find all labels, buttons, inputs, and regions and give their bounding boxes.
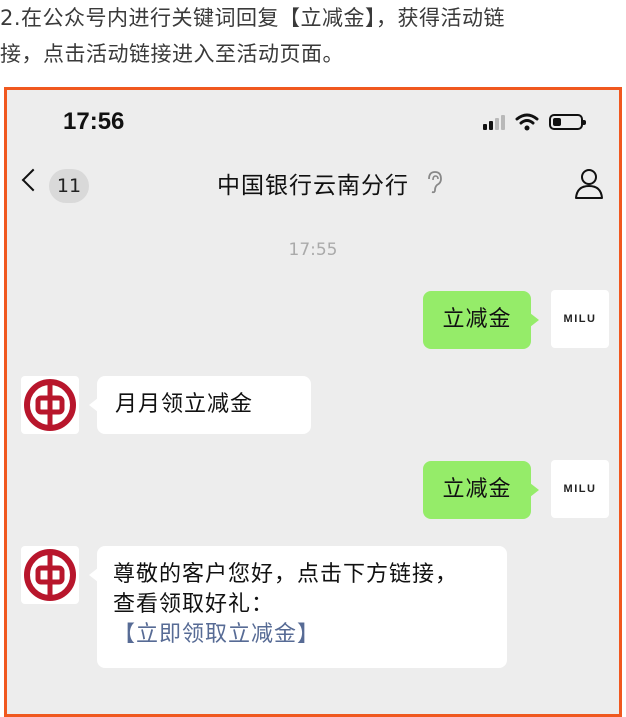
message-bubble-sent[interactable]: 立减金 (423, 461, 539, 519)
status-time: 17:56 (63, 108, 125, 135)
user-avatar[interactable]: MILU (551, 290, 609, 348)
bank-avatar[interactable] (21, 546, 79, 604)
message-bubble-received[interactable]: 尊敬的客户您好，点击下方链接， 查看领取好礼： 【立即领取立减金】 (89, 546, 507, 668)
user-avatar-label: MILU (563, 313, 597, 325)
message-bubble-received[interactable]: 月月领立减金 (89, 376, 311, 434)
bank-of-china-logo-icon (24, 549, 76, 601)
phone-screenshot: 17:56 11 中国银行云南分行 17:55 MILU 立减金 月月领立减金 (4, 87, 622, 717)
message-bubble-sent[interactable]: 立减金 (423, 291, 539, 349)
message-line: 查看领取好礼： (113, 592, 275, 617)
instruction-text: 2.在公众号内进行关键词回复【立减金】，获得活动链 接，点击活动链接进入至活动页… (0, 0, 626, 72)
bank-of-china-logo-icon (24, 379, 76, 431)
message-line: 尊敬的客户您好，点击下方链接， (113, 562, 459, 587)
chat-title: 中国银行云南分行 (217, 173, 409, 199)
ear-icon (428, 171, 442, 194)
user-avatar-label: MILU (563, 483, 597, 495)
claim-link[interactable]: 【立即领取立减金】 (113, 620, 491, 650)
profile-icon[interactable] (573, 166, 605, 200)
instruction-line-1: 2.在公众号内进行关键词回复【立减金】，获得活动链 (0, 6, 506, 30)
wifi-icon (515, 113, 539, 131)
cellular-signal-icon (483, 114, 505, 130)
user-avatar[interactable]: MILU (551, 460, 609, 518)
instruction-line-2: 接，点击活动链接进入至活动页面。 (0, 42, 344, 66)
status-icons (483, 112, 586, 132)
battery-icon (549, 114, 586, 130)
bank-avatar[interactable] (21, 376, 79, 434)
message-timestamp: 17:55 (288, 240, 338, 260)
